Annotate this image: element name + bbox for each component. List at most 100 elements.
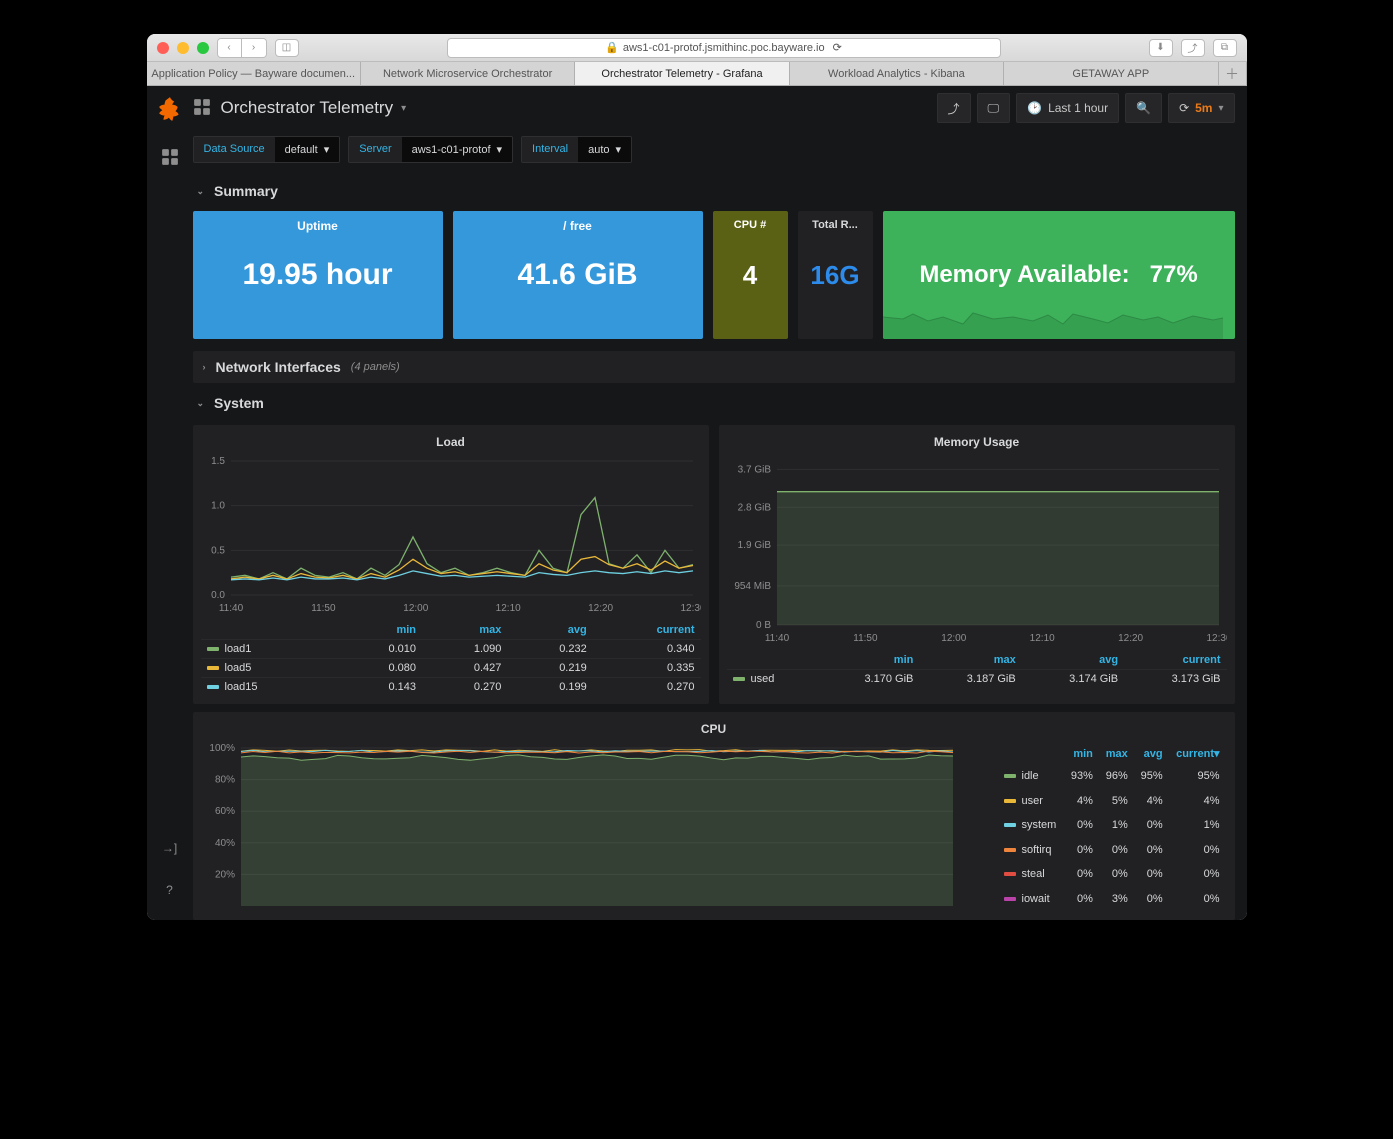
browser-tab-3[interactable]: Workload Analytics - Kibana <box>790 62 1004 85</box>
row-sub: (4 panels) <box>351 361 400 373</box>
dashboard-icon <box>193 98 213 118</box>
share-dashboard-button[interactable]: ⤴ <box>937 93 971 123</box>
var-server[interactable]: Server aws1-c01-protof▾ <box>348 136 513 163</box>
chevron-down-icon: ▾ <box>1218 103 1223 114</box>
panel-title: Uptime <box>193 219 443 233</box>
forward-button[interactable]: › <box>242 39 266 57</box>
svg-text:2.8 GiB: 2.8 GiB <box>737 502 771 513</box>
panel-title: Load <box>201 431 701 455</box>
help-icon[interactable]: ? <box>160 880 180 900</box>
url-text: aws1-c01-protof.jsmithinc.poc.bayware.io <box>623 42 825 54</box>
time-range-button[interactable]: 🕑 Last 1 hour <box>1016 93 1119 123</box>
memory-chart: 0 B954 MiB1.9 GiB2.8 GiB3.7 GiB11:4011:5… <box>727 455 1227 645</box>
row-summary-toggle[interactable]: ⌄ Summary <box>193 177 1235 205</box>
reload-icon[interactable]: ⟳ <box>833 41 842 54</box>
panel-label: Memory Available: <box>919 261 1129 289</box>
signin-icon[interactable]: →] <box>160 838 180 858</box>
dashboards-icon[interactable] <box>160 147 180 167</box>
row-title: System <box>214 395 264 411</box>
nav-arrows: ‹ › <box>217 38 267 58</box>
panel-value: 4 <box>743 260 757 291</box>
close-window-button[interactable] <box>157 42 169 54</box>
refresh-button[interactable]: ⟳ 5m ▾ <box>1168 93 1234 123</box>
downloads-button[interactable]: ⬇ <box>1149 39 1173 57</box>
tv-mode-button[interactable]: 🖵 <box>977 93 1011 123</box>
svg-text:100%: 100% <box>209 743 235 754</box>
svg-text:60%: 60% <box>214 806 234 817</box>
browser-tab-0[interactable]: Application Policy — Bayware documen... <box>147 62 361 85</box>
titlebar: ‹ › ◫ 🔒 aws1-c01-protof.jsmithinc.poc.ba… <box>147 34 1247 62</box>
panel-title: Memory Usage <box>727 431 1227 455</box>
var-data-source[interactable]: Data Source default▾ <box>193 136 341 163</box>
panel-title: Total R... <box>798 219 873 231</box>
lock-icon: 🔒 <box>605 41 619 54</box>
panel-total-ram[interactable]: Total R... 16G <box>798 211 873 339</box>
share-icon: ⤴ <box>948 100 960 117</box>
url-bar[interactable]: 🔒 aws1-c01-protof.jsmithinc.poc.bayware.… <box>447 38 1001 58</box>
var-value: default <box>285 144 318 156</box>
safari-window: ‹ › ◫ 🔒 aws1-c01-protof.jsmithinc.poc.ba… <box>147 34 1247 920</box>
chevron-down-icon: ⌄ <box>197 186 205 197</box>
panel-cpu-count[interactable]: CPU # 4 <box>713 211 788 339</box>
clock-icon: 🕑 <box>1027 101 1042 115</box>
load-legend: minmaxavgcurrent load10.0101.0900.2320.3… <box>201 621 701 696</box>
refresh-interval: 5m <box>1195 101 1212 115</box>
svg-text:12:10: 12:10 <box>1029 633 1054 644</box>
refresh-icon: ⟳ <box>1179 101 1189 115</box>
browser-tab-2[interactable]: Orchestrator Telemetry - Grafana <box>575 62 789 85</box>
zoom-window-button[interactable] <box>197 42 209 54</box>
svg-text:20%: 20% <box>214 869 234 880</box>
new-tab-button[interactable]: ＋ <box>1219 62 1247 85</box>
search-icon: 🔍 <box>1136 101 1151 115</box>
chevron-down-icon: ▾ <box>616 143 622 156</box>
svg-text:0 B: 0 B <box>755 620 770 631</box>
svg-text:11:40: 11:40 <box>764 633 789 644</box>
panel-value: 77% <box>1150 261 1198 289</box>
svg-text:80%: 80% <box>214 775 234 786</box>
panel-cpu[interactable]: CPU 20%40%60%80%100% minmaxavgcurrent▾ i… <box>193 712 1235 920</box>
template-variables: Data Source default▾ Server aws1-c01-pro… <box>193 130 1235 177</box>
svg-text:954 MiB: 954 MiB <box>734 581 771 592</box>
row-network-toggle[interactable]: › Network Interfaces (4 panels) <box>193 351 1235 383</box>
svg-text:12:00: 12:00 <box>941 633 966 644</box>
svg-text:12:20: 12:20 <box>1118 633 1143 644</box>
panel-memory-available[interactable]: Memory Available: 77% <box>883 211 1235 339</box>
time-range-label: Last 1 hour <box>1048 101 1108 115</box>
svg-text:12:00: 12:00 <box>403 603 428 614</box>
zoom-out-button[interactable]: 🔍 <box>1125 93 1162 123</box>
chevron-down-icon: ▾ <box>497 143 503 156</box>
panel-value: 19.95 hour <box>242 258 392 292</box>
chevron-down-icon[interactable]: ▾ <box>401 103 406 114</box>
cpu-chart: 20%40%60%80%100% <box>201 742 987 912</box>
back-button[interactable]: ‹ <box>218 39 242 57</box>
svg-text:1.5: 1.5 <box>211 456 225 467</box>
var-label: Interval <box>522 137 578 162</box>
panel-load[interactable]: Load 0.00.51.01.511:4011:5012:0012:1012:… <box>193 425 709 704</box>
panel-title: CPU # <box>713 219 788 231</box>
panel-title: / free <box>453 219 703 233</box>
svg-text:1.0: 1.0 <box>211 501 225 512</box>
svg-text:12:30: 12:30 <box>1206 633 1227 644</box>
svg-text:1.9 GiB: 1.9 GiB <box>737 540 771 551</box>
safari-tabs: Application Policy — Bayware documen... … <box>147 62 1247 86</box>
var-interval[interactable]: Interval auto▾ <box>521 136 632 163</box>
panel-free[interactable]: / free 41.6 GiB <box>453 211 703 339</box>
dashboard-title[interactable]: Orchestrator Telemetry <box>221 98 394 118</box>
tabs-button[interactable]: ⧉ <box>1213 39 1237 57</box>
browser-tab-1[interactable]: Network Microservice Orchestrator <box>361 62 575 85</box>
grafana-app: →] ? Orchestrator Telemetry ▾ ⤴ 🖵 🕑 Last … <box>147 86 1247 920</box>
memory-legend: minmaxavgcurrent used3.170 GiB3.187 GiB3… <box>727 651 1227 688</box>
svg-text:11:50: 11:50 <box>311 603 336 614</box>
svg-text:11:40: 11:40 <box>218 603 243 614</box>
panel-uptime[interactable]: Uptime 19.95 hour <box>193 211 443 339</box>
row-system-toggle[interactable]: ⌄ System <box>193 389 1235 417</box>
cpu-legend: minmaxavgcurrent▾ idle93%96%95%95%user4%… <box>997 742 1227 912</box>
svg-text:0.0: 0.0 <box>211 590 225 601</box>
share-button[interactable]: ⤴ <box>1181 39 1205 57</box>
browser-tab-4[interactable]: GETAWAY APP <box>1004 62 1218 85</box>
panel-memory-usage[interactable]: Memory Usage 0 B954 MiB1.9 GiB2.8 GiB3.7… <box>719 425 1235 704</box>
grafana-logo-icon[interactable] <box>157 96 183 125</box>
minimize-window-button[interactable] <box>177 42 189 54</box>
sidebar-toggle-button[interactable]: ◫ <box>275 39 299 57</box>
sparkline <box>883 299 1223 339</box>
